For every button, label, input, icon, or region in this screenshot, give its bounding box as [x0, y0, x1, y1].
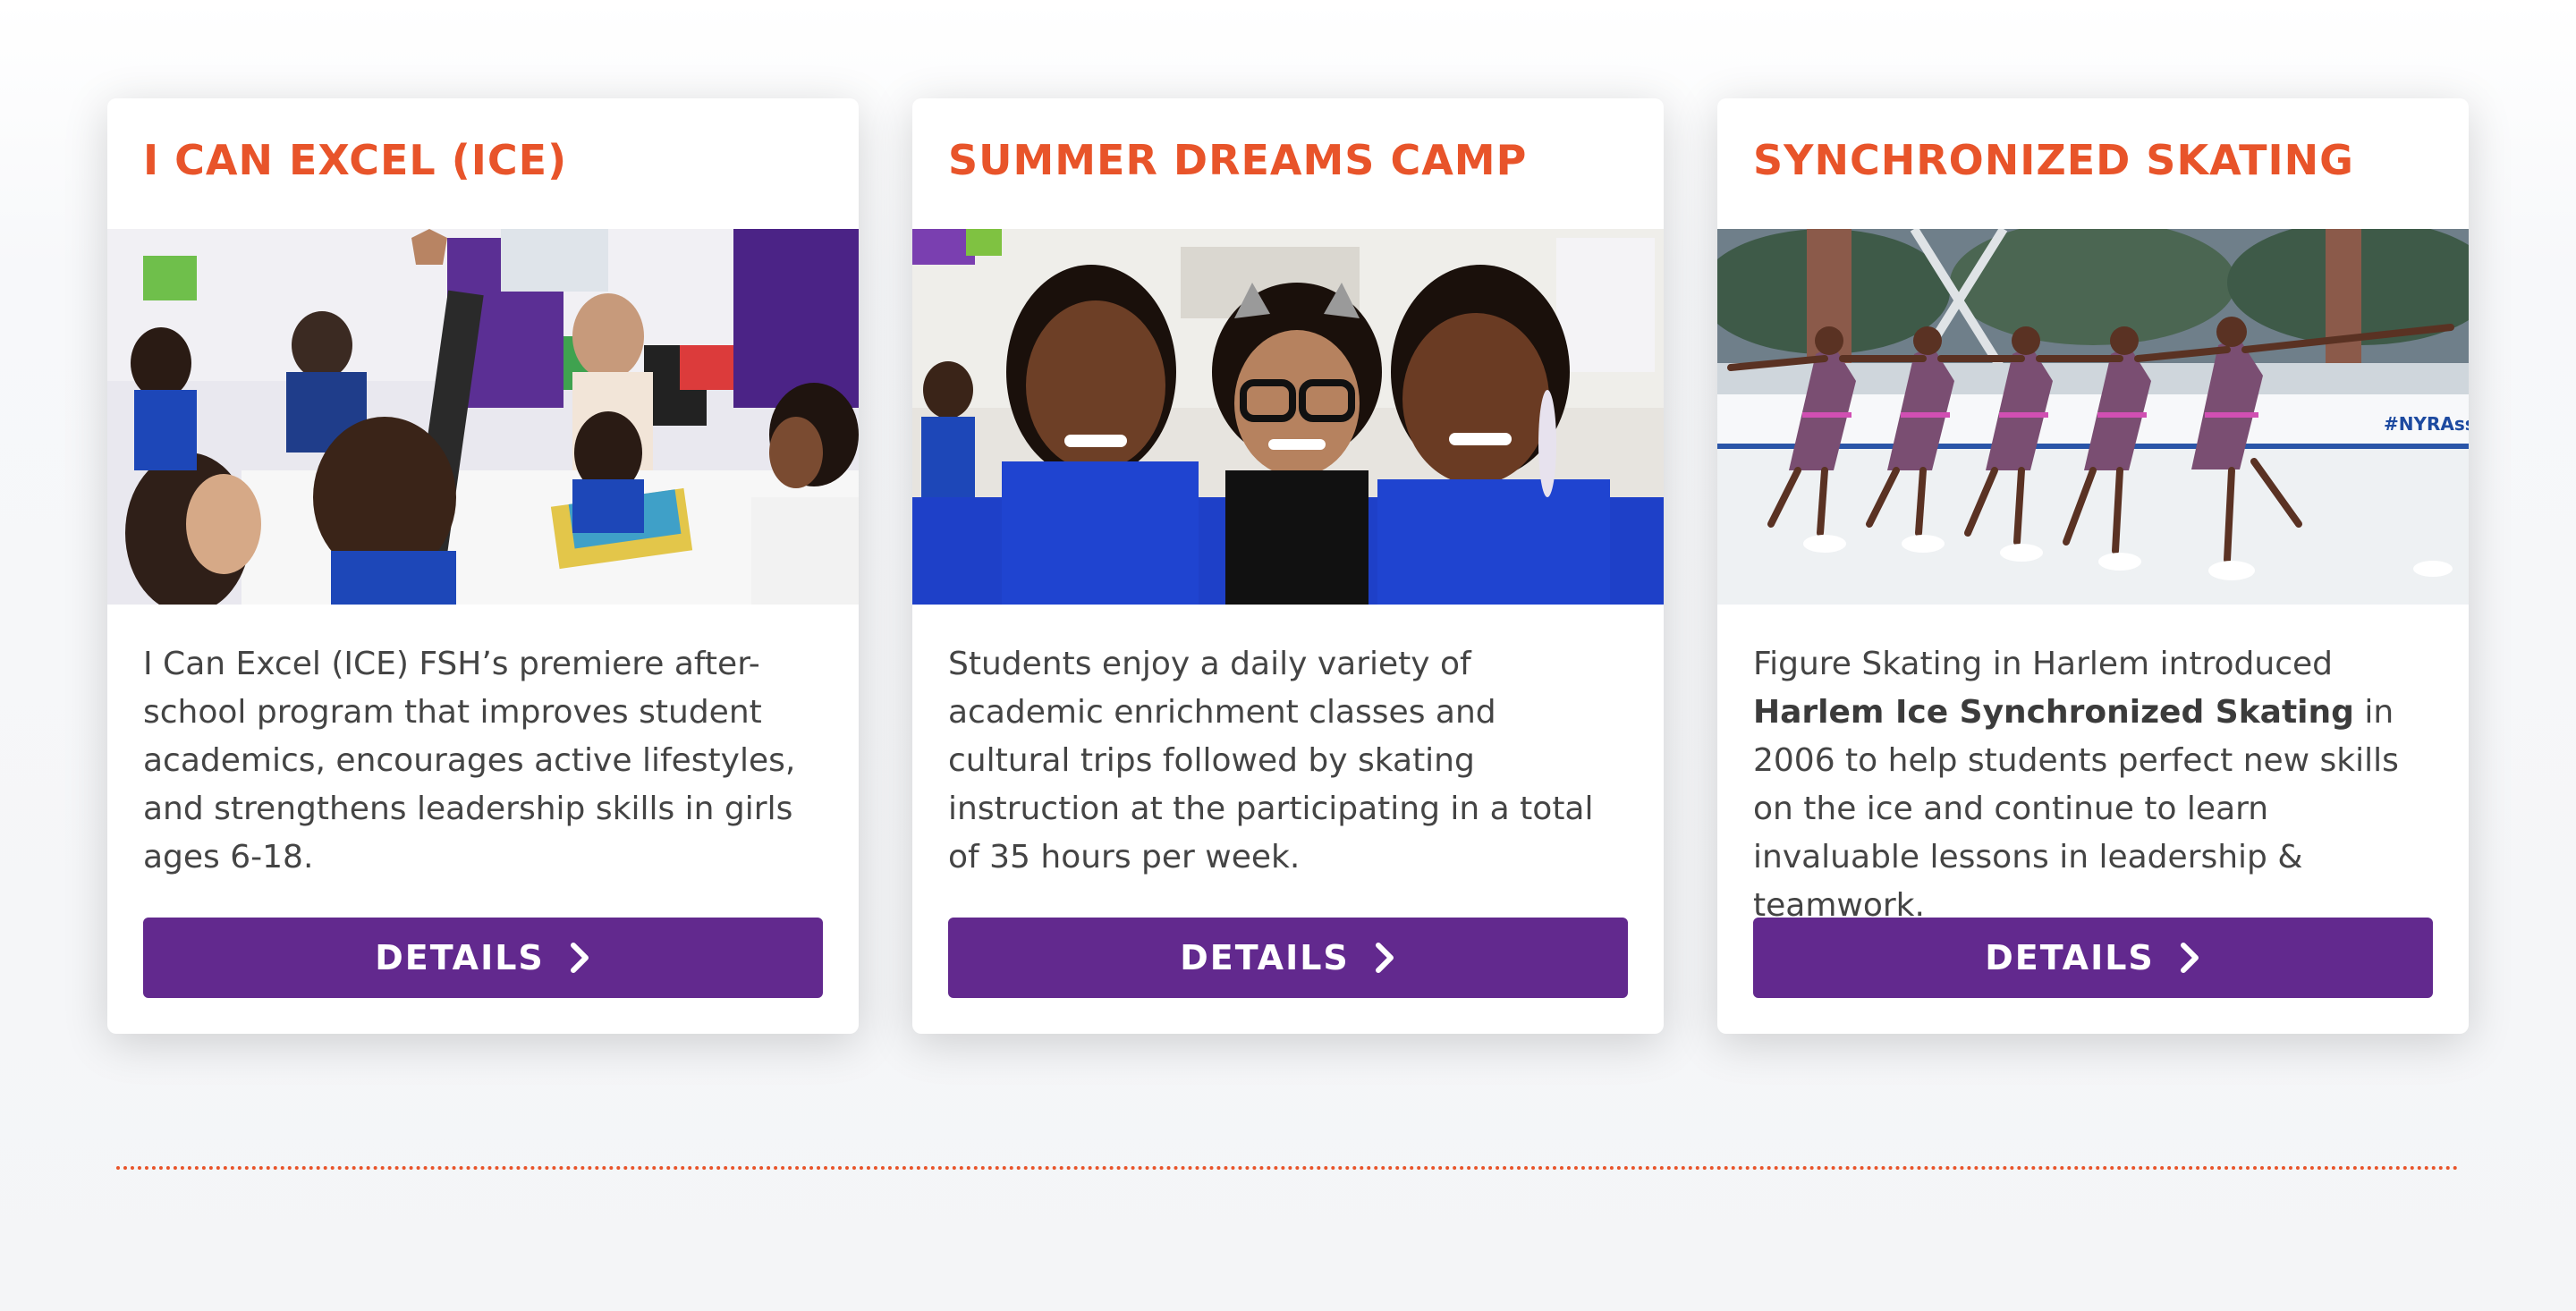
details-button[interactable]: DETAILS: [143, 918, 823, 998]
card-description-highlight: Harlem Ice Synchronized Skating: [1753, 694, 2354, 731]
card-description: Figure Skating in Harlem introduced Harl…: [1753, 640, 2433, 930]
dotted-divider: [116, 1166, 2460, 1170]
program-cards: I CAN EXCEL (ICE) I Can Excel (ICE) FSH’…: [107, 98, 2469, 1034]
card-description: Students enjoy a daily variety of academ…: [948, 646, 1594, 875]
card-title: I CAN EXCEL (ICE): [143, 136, 568, 184]
card-title: SUMMER DREAMS CAMP: [948, 136, 1528, 184]
card-description-intro: Figure Skating in Harlem introduced: [1753, 646, 2333, 682]
chevron-right-icon: [568, 942, 591, 974]
chevron-right-icon: [2178, 942, 2201, 974]
details-button[interactable]: DETAILS: [948, 918, 1628, 998]
program-card-synchronized-skating: SYNCHRONIZED SKATING #NYRAssi: [1717, 98, 2469, 1034]
program-card-ice: I CAN EXCEL (ICE) I Can Excel (ICE) FSH’…: [107, 98, 859, 1034]
students-photo: [912, 229, 1664, 605]
rink-sign: #NYRAssi: [2384, 413, 2469, 435]
details-button[interactable]: DETAILS: [1753, 918, 2433, 998]
classroom-photo: [107, 229, 859, 605]
card-description: I Can Excel (ICE) FSH’s premiere after-s…: [143, 646, 796, 875]
card-title: SYNCHRONIZED SKATING: [1753, 136, 2354, 184]
program-card-summer-camp: SUMMER DREAMS CAMP Students enjoy a dail…: [912, 98, 1664, 1034]
details-button-label: DETAILS: [375, 938, 545, 977]
details-button-label: DETAILS: [1180, 938, 1350, 977]
details-button-label: DETAILS: [1985, 938, 2155, 977]
chevron-right-icon: [1373, 942, 1396, 974]
skaters-photo: #NYRAssi: [1717, 229, 2469, 605]
